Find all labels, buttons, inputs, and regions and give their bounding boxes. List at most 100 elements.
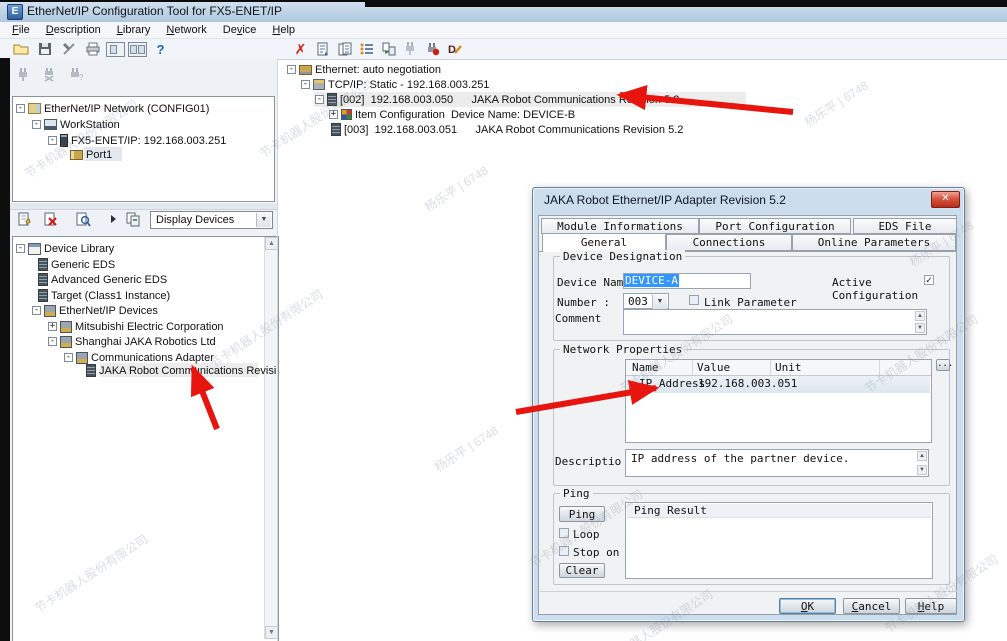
cancel-button[interactable]: Cancel — [843, 598, 900, 614]
svg-text:?: ? — [79, 73, 84, 82]
clear-button[interactable]: Clear — [559, 563, 605, 578]
app-window: E EtherNet/IP Configuration Tool for FX5… — [0, 0, 1007, 641]
browse-button[interactable]: ... — [936, 359, 950, 371]
menu-network[interactable]: Network — [158, 23, 214, 37]
tree-item-advanced-generic-eds[interactable]: Advanced Generic EDS — [38, 272, 167, 287]
scroll-up-icon[interactable]: ▲ — [917, 451, 927, 461]
tab-eds-file[interactable]: EDS File — [853, 218, 957, 234]
display-filter-select[interactable]: Display Devices ▼ — [150, 211, 273, 229]
link-parameter-checkbox[interactable] — [689, 295, 699, 305]
tab-port-configuration[interactable]: Port Configuration — [699, 218, 851, 234]
menu-description[interactable]: Description — [38, 23, 109, 37]
connect-online-button[interactable] — [424, 41, 441, 57]
network-properties-table[interactable]: Name Value Unit ▸ IP Address 192.168.003… — [625, 359, 932, 443]
panel-splitter[interactable] — [10, 202, 277, 210]
tree-item-item-configuration[interactable]: +Item Configuration Device Name: DEVICE-… — [329, 107, 575, 122]
print-button[interactable] — [84, 41, 101, 57]
tree-item-generic-eds[interactable]: Generic EDS — [38, 257, 115, 272]
help-button[interactable]: ? — [152, 41, 169, 57]
chevron-down-icon[interactable]: ▼ — [652, 295, 667, 309]
active-configuration-checkbox[interactable]: ✓ — [924, 275, 934, 285]
collapse-icon[interactable]: - — [16, 104, 25, 113]
online-edit-button[interactable]: D — [446, 41, 463, 57]
tree-item-network-config[interactable]: -EtherNet/IP Network (CONFIG01) — [16, 101, 209, 116]
number-label: Number : — [557, 296, 610, 309]
scroll-up-icon[interactable]: ▲ — [915, 311, 925, 321]
tab-module-informations[interactable]: Module Informations — [541, 218, 699, 234]
menu-help[interactable]: Help — [264, 23, 303, 37]
window-layout-1-button[interactable] — [106, 42, 125, 57]
collapse-icon[interactable]: - — [32, 120, 41, 129]
insert-device-button[interactable] — [100, 211, 117, 227]
tree-item-jaka-robot-eds[interactable]: JAKA Robot Communications Revisi — [86, 363, 276, 378]
group-legend: Device Designation — [560, 250, 685, 263]
tree-item-device-library[interactable]: -Device Library — [16, 241, 114, 256]
loop-checkbox[interactable] — [559, 528, 569, 538]
device-list-button[interactable] — [336, 41, 353, 57]
ping-button[interactable]: Ping — [559, 506, 605, 522]
item-configuration-icon — [341, 109, 352, 120]
main-toolbar: ? ✗ D — [0, 39, 1007, 60]
device-check-button[interactable] — [314, 41, 331, 57]
eds-card-icon — [86, 364, 96, 377]
number-select[interactable]: 003▼ — [623, 293, 669, 309]
connect-offline-button[interactable] — [402, 41, 419, 57]
delete-eds-button[interactable] — [42, 211, 59, 227]
menu-file[interactable]: File — [4, 23, 38, 37]
tools-button[interactable] — [60, 41, 77, 57]
window-layout-2-button[interactable] — [128, 42, 147, 57]
screen-edge-top-right — [365, 0, 1007, 7]
network-status-button[interactable]: ? — [68, 66, 85, 82]
tab-online-parameters[interactable]: Online Parameters — [792, 234, 956, 251]
menu-device[interactable]: Device — [215, 23, 265, 37]
save-button[interactable] — [36, 41, 53, 57]
devices-group-icon — [44, 305, 56, 317]
add-eds-button[interactable] — [16, 211, 33, 227]
library-scrollbar[interactable]: ▲ ▼ — [264, 237, 278, 639]
adapter-icon — [76, 352, 88, 364]
tree-item-mitsubishi[interactable]: +Mitsubishi Electric Corporation — [48, 319, 224, 334]
table-row[interactable]: ▸ IP Address 192.168.003.051 — [627, 376, 930, 393]
find-eds-button[interactable] — [74, 211, 91, 227]
active-configuration-label: Active Configuration — [832, 276, 964, 302]
open-file-button[interactable] — [12, 41, 29, 57]
network-transfer-button[interactable] — [380, 41, 397, 57]
group-legend: Ping — [560, 487, 593, 500]
watermark: 杨乐平 | 6748 — [431, 422, 501, 476]
tree-item-workstation[interactable]: -WorkStation — [32, 117, 120, 132]
tab-connections[interactable]: Connections — [666, 234, 792, 251]
disconnect-network-button[interactable] — [42, 66, 59, 82]
tree-item-port1[interactable]: Port1 — [70, 147, 112, 162]
tree-item-target-class1[interactable]: Target (Class1 Instance) — [38, 288, 170, 303]
watermark: 杨乐平 | 6748 — [801, 77, 871, 131]
help-dialog-button[interactable]: Help — [905, 598, 957, 614]
menu-library[interactable]: Library — [109, 23, 159, 37]
delete-button[interactable]: ✗ — [292, 41, 309, 57]
connect-network-button[interactable] — [16, 66, 33, 82]
description-input[interactable]: IP address of the partner device. ▲ ▼ — [625, 449, 929, 477]
tree-item-ethernet[interactable]: -Ethernet: auto negotiation — [287, 62, 441, 77]
ok-button[interactable]: OK — [779, 598, 836, 614]
scroll-down-icon[interactable]: ▼ — [917, 465, 927, 475]
description-label: Descriptio — [555, 455, 621, 468]
collapse-icon[interactable]: - — [48, 136, 57, 145]
port-icon — [70, 150, 83, 160]
duplicate-eds-button[interactable] — [124, 211, 141, 227]
task-list-button[interactable] — [358, 41, 375, 57]
tree-item-shanghai-jaka[interactable]: -Shanghai JAKA Robotics Ltd — [48, 334, 216, 349]
app-icon: E — [7, 4, 23, 20]
comment-input[interactable]: ▲ ▼ — [623, 309, 927, 335]
tree-item-tcpip[interactable]: -TCP/IP: Static - 192.168.003.251 — [301, 77, 489, 92]
tree-item-ethernet-ip-devices[interactable]: -EtherNet/IP Devices — [32, 303, 158, 318]
tree-item-device-003[interactable]: [003] 192.168.003.051 JAKA Robot Communi… — [331, 122, 683, 137]
tree-item-fx5-enet[interactable]: -FX5-ENET/IP: 192.168.003.251 — [48, 133, 226, 148]
row-expander-icon[interactable]: ▸ — [631, 378, 636, 388]
scroll-down-icon[interactable]: ▼ — [915, 323, 925, 333]
close-icon[interactable]: ✕ — [931, 191, 960, 208]
stop-on-err-checkbox[interactable] — [559, 546, 569, 556]
chevron-down-icon[interactable]: ▼ — [256, 213, 271, 227]
column-value: Value — [697, 361, 730, 374]
device-name-input[interactable]: DEVICE-A — [623, 273, 751, 289]
network-config-icon — [28, 103, 41, 114]
tree-item-device-002[interactable]: -[002] 192.168.003.050 JAKA Robot Commun… — [315, 92, 679, 107]
